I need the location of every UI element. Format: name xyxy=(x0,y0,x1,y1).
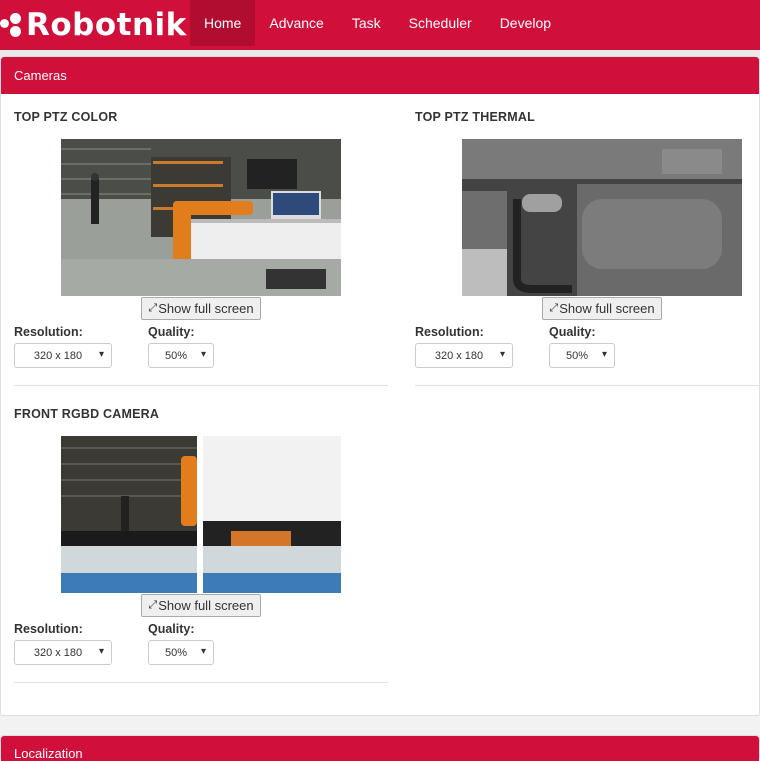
camera-title: TOP PTZ COLOR xyxy=(14,110,118,124)
quality-select[interactable]: 50% ▾ xyxy=(148,640,214,665)
quality-select[interactable]: 50% ▾ xyxy=(549,343,615,368)
resolution-label: Resolution: xyxy=(415,325,484,339)
nav-develop[interactable]: Develop xyxy=(486,0,565,46)
section-divider xyxy=(415,385,760,386)
camera-front-rgbd: FRONT RGBD CAMERA ⤢ Show full screen Res… xyxy=(14,407,388,697)
expand-arrows-icon: ⤢ xyxy=(148,302,158,314)
resolution-select[interactable]: 320 x 180 ▾ xyxy=(415,343,513,368)
chevron-down-icon: ▾ xyxy=(98,646,104,657)
resolution-value: 320 x 180 xyxy=(33,646,83,659)
camera-feed-image xyxy=(462,139,742,296)
resolution-select[interactable]: 320 x 180 ▾ xyxy=(14,343,112,368)
section-divider xyxy=(14,385,388,386)
expand-arrows-icon: ⤢ xyxy=(148,599,158,611)
quality-label: Quality: xyxy=(148,325,195,339)
top-navbar: Robotnik Home Advance Task Scheduler Dev… xyxy=(0,0,760,50)
expand-arrows-icon: ⤢ xyxy=(549,302,559,314)
quality-select[interactable]: 50% ▾ xyxy=(148,343,214,368)
fullscreen-label: Show full screen xyxy=(559,301,655,316)
show-full-screen-button[interactable]: ⤢ Show full screen xyxy=(542,297,662,320)
resolution-value: 320 x 180 xyxy=(33,349,83,362)
brand-name: Robotnik xyxy=(26,7,187,43)
cameras-panel-heading: Cameras xyxy=(1,57,759,94)
camera-top-ptz-color: TOP PTZ COLOR ⤢ Show full screen Resolut… xyxy=(14,110,388,400)
robotnik-logo[interactable]: Robotnik xyxy=(0,0,190,50)
nav-scheduler[interactable]: Scheduler xyxy=(395,0,486,46)
camera-title: TOP PTZ THERMAL xyxy=(415,110,535,124)
show-full-screen-button[interactable]: ⤢ Show full screen xyxy=(141,297,261,320)
chevron-down-icon: ▾ xyxy=(200,646,206,657)
chevron-down-icon: ▾ xyxy=(499,349,505,360)
resolution-select[interactable]: 320 x 180 ▾ xyxy=(14,640,112,665)
cameras-panel: Cameras TOP PTZ COLOR ⤢ Show full screen… xyxy=(0,56,760,716)
camera-feed-image xyxy=(61,436,341,593)
camera-top-ptz-thermal: TOP PTZ THERMAL ⤢ Show full screen Resol… xyxy=(415,110,760,400)
camera-feed-image xyxy=(61,139,341,296)
nav-task[interactable]: Task xyxy=(338,0,395,46)
fullscreen-label: Show full screen xyxy=(158,301,254,316)
quality-value: 50% xyxy=(164,646,188,659)
quality-value: 50% xyxy=(164,349,188,362)
chevron-down-icon: ▾ xyxy=(601,349,607,360)
fullscreen-label: Show full screen xyxy=(158,598,254,613)
nav-advance[interactable]: Advance xyxy=(255,0,337,46)
camera-title: FRONT RGBD CAMERA xyxy=(14,407,160,421)
quality-label: Quality: xyxy=(549,325,596,339)
resolution-label: Resolution: xyxy=(14,325,83,339)
show-full-screen-button[interactable]: ⤢ Show full screen xyxy=(141,594,261,617)
localization-panel-heading[interactable]: Localization xyxy=(1,736,759,761)
quality-label: Quality: xyxy=(148,622,195,636)
localization-panel: Localization xyxy=(0,735,760,761)
section-divider xyxy=(14,682,388,683)
nav-home[interactable]: Home xyxy=(190,0,256,46)
logo-dots-icon xyxy=(0,10,26,40)
chevron-down-icon: ▾ xyxy=(98,349,104,360)
resolution-label: Resolution: xyxy=(14,622,83,636)
quality-value: 50% xyxy=(565,349,589,362)
resolution-value: 320 x 180 xyxy=(434,349,484,362)
chevron-down-icon: ▾ xyxy=(200,349,206,360)
